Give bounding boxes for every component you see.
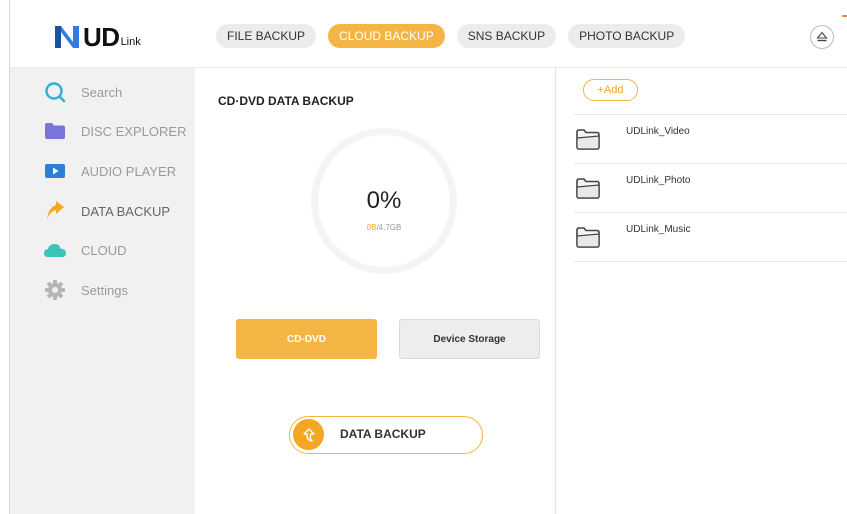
backup-panel: CD·DVD DATA BACKUP 0% 0B/4.7GB CD-DVD De… [195, 68, 555, 514]
backup-progress-ring: 0% 0B/4.7GB [311, 128, 457, 274]
sidebar-item-label: AUDIO PLAYER [81, 163, 177, 179]
sidebar-item-settings[interactable]: Settings [43, 278, 128, 302]
sidebar-item-audio-player[interactable]: AUDIO PLAYER [43, 159, 176, 183]
udlink-logo: UD Link [52, 23, 141, 51]
cd-dvd-button[interactable]: CD-DVD [236, 319, 377, 359]
top-header: UD Link FILE BACKUP CLOUD BACKUP SNS BAC… [10, 0, 847, 68]
tab-cloud-backup[interactable]: CLOUD BACKUP [328, 24, 445, 48]
gear-icon [43, 279, 67, 301]
folder-name: UDLink_Photo [626, 175, 691, 186]
data-backup-label: DATA BACKUP [340, 427, 426, 441]
folder-name: UDLink_Music [626, 224, 691, 235]
sidebar-item-cloud[interactable]: CLOUD [43, 238, 127, 262]
sidebar-item-data-backup[interactable]: DATA BACKUP [43, 199, 170, 223]
sidebar-item-label: Search [81, 84, 123, 100]
progress-size: 0B/4.7GB [318, 223, 450, 232]
tab-photo-backup[interactable]: PHOTO BACKUP [568, 24, 686, 48]
logo-text-link: Link [120, 36, 141, 48]
backup-folder-list: +Add UDLink_Video UDLink_Photo UDLink_Mu… [556, 68, 847, 514]
folder-icon [575, 225, 601, 249]
backup-start-icon [293, 419, 324, 450]
folder-item[interactable]: UDLink_Music [574, 212, 847, 261]
udlink-logo-mark-icon [52, 23, 82, 51]
sidebar-item-label: CLOUD [81, 242, 127, 258]
data-backup-button[interactable]: DATA BACKUP [289, 416, 483, 454]
tab-file-backup[interactable]: FILE BACKUP [216, 24, 317, 48]
window-corner-mark [842, 15, 847, 17]
sidebar-item-search[interactable]: Search [43, 80, 122, 104]
logo-text-ud: UD [83, 22, 120, 52]
sidebar-item-disc-explorer[interactable]: DISC EXPLORER [43, 119, 186, 143]
device-storage-button[interactable]: Device Storage [399, 319, 540, 359]
eject-icon [816, 31, 828, 42]
folder-item[interactable]: UDLink_Video [574, 114, 847, 163]
folder-icon [575, 176, 601, 200]
folder-item[interactable]: UDLink_Photo [574, 163, 847, 212]
progress-used: 0B [366, 223, 377, 232]
sidebar-item-label: DISC EXPLORER [81, 123, 187, 139]
search-icon [43, 81, 67, 103]
sidebar-item-label: Settings [81, 282, 128, 298]
backup-arrow-icon [43, 200, 67, 222]
sidebar-item-label: DATA BACKUP [81, 203, 171, 219]
tab-sns-backup[interactable]: SNS BACKUP [456, 24, 557, 48]
progress-percent: 0% [366, 187, 402, 214]
cloud-icon [43, 239, 67, 261]
backup-tabs: FILE BACKUP CLOUD BACKUP SNS BACKUP PHOT… [216, 24, 686, 48]
folder-icon [575, 127, 601, 151]
folder-icon [43, 120, 67, 142]
progress-total: /4.7GB [376, 223, 402, 232]
list-divider [574, 261, 847, 262]
eject-button[interactable] [810, 25, 834, 49]
app-window: UD Link FILE BACKUP CLOUD BACKUP SNS BAC… [9, 0, 847, 514]
page-title: CD·DVD DATA BACKUP [218, 94, 354, 108]
play-icon [43, 160, 67, 182]
folder-name: UDLink_Video [626, 126, 690, 137]
sidebar: Search DISC EXPLORER AUDIO PLAYER DATA B… [10, 68, 195, 514]
add-folder-button[interactable]: +Add [583, 79, 638, 101]
